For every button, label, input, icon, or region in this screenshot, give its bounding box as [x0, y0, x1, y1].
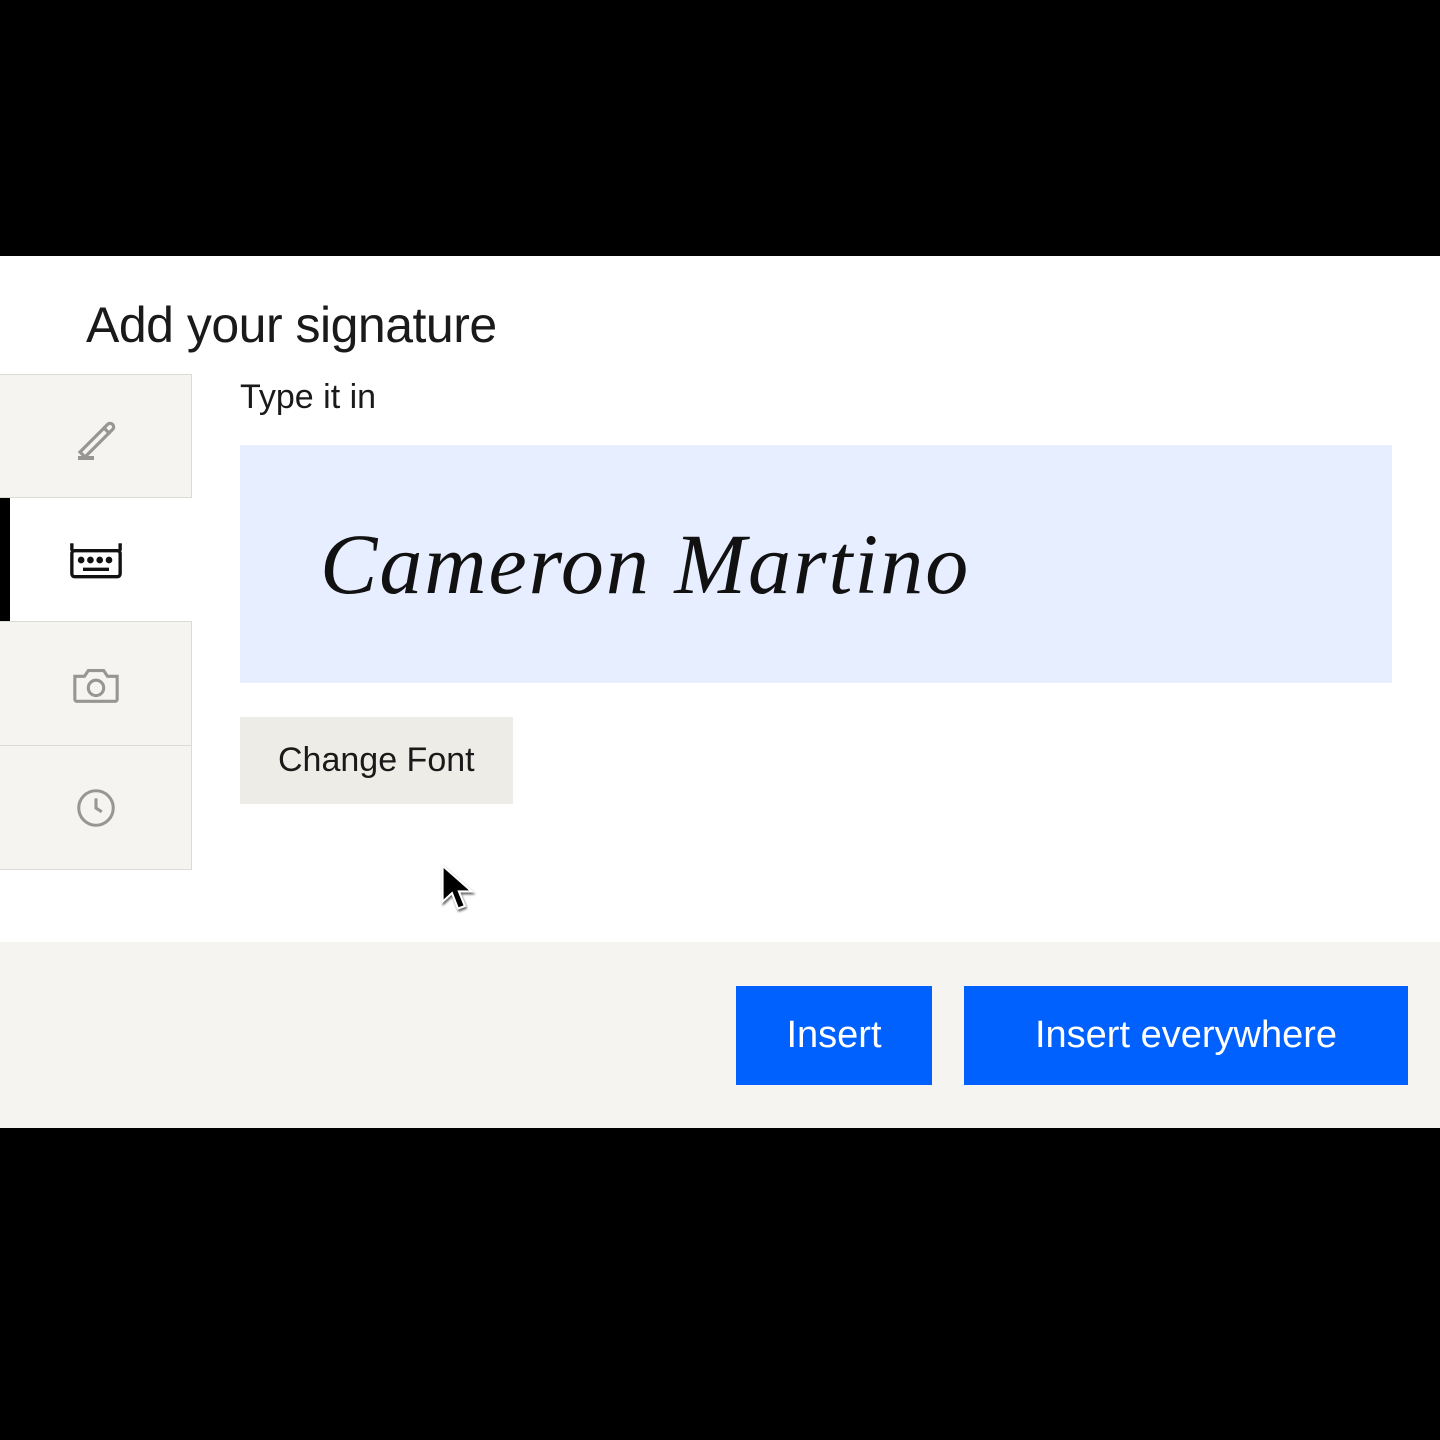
change-font-button[interactable]: Change Font — [240, 717, 513, 804]
signature-dialog: Add your signature — [0, 256, 1440, 1128]
camera-icon — [71, 662, 121, 706]
tab-draw[interactable] — [0, 374, 192, 498]
dialog-body: Type it in Cameron Martino Change Font — [0, 374, 1440, 942]
signature-input[interactable]: Cameron Martino — [240, 445, 1392, 683]
signature-value: Cameron Martino — [320, 514, 970, 614]
insert-button[interactable]: Insert — [736, 986, 932, 1085]
clock-icon — [73, 785, 119, 831]
tab-type[interactable] — [0, 498, 192, 622]
insert-everywhere-button[interactable]: Insert everywhere — [964, 986, 1408, 1085]
tab-history[interactable] — [0, 746, 192, 870]
dialog-title: Add your signature — [86, 296, 1380, 354]
section-label: Type it in — [240, 378, 1392, 417]
pencil-icon — [72, 412, 120, 460]
dialog-footer: Insert Insert everywhere — [0, 942, 1440, 1128]
tab-camera[interactable] — [0, 622, 192, 746]
dialog-header: Add your signature — [0, 256, 1440, 374]
keyboard-icon — [70, 540, 122, 580]
signature-mode-tabs — [0, 374, 192, 942]
type-signature-panel: Type it in Cameron Martino Change Font — [192, 374, 1440, 942]
